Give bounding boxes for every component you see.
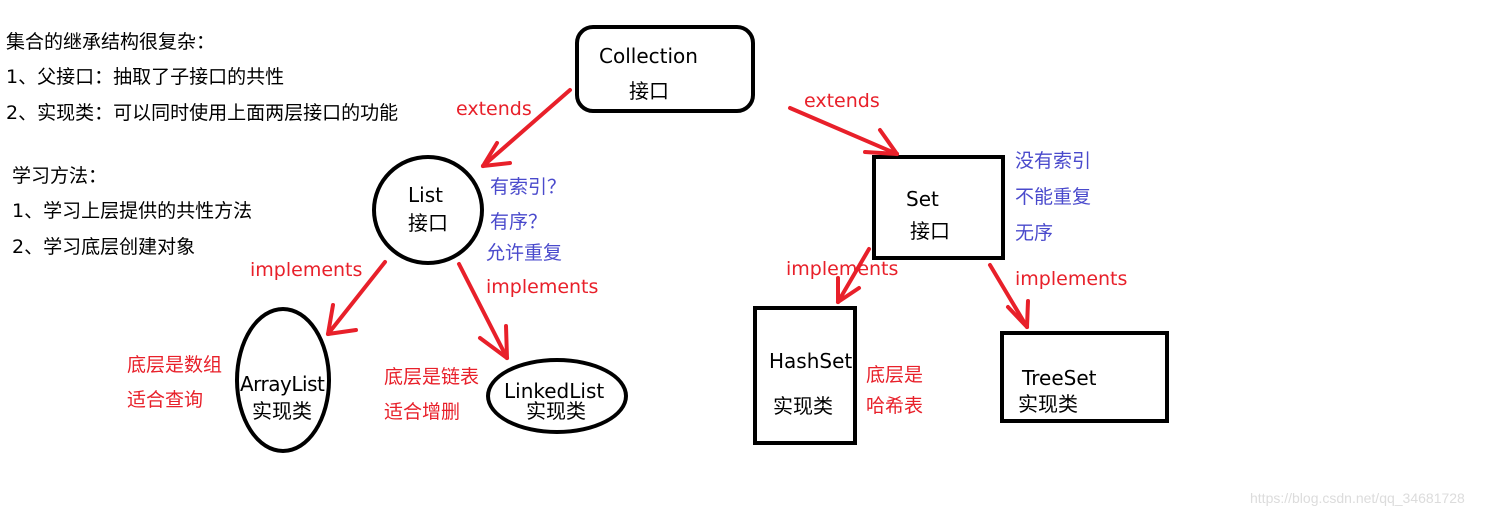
list-trait-2: 有序？ <box>490 211 548 233</box>
arrows-layer <box>326 88 1030 360</box>
edge-label-list-linkedlist: implements <box>486 276 599 298</box>
edge-label-set-treeset: implements <box>1015 268 1128 290</box>
list-trait-3: 允许重复 <box>486 242 563 264</box>
set-trait-2: 不能重复 <box>1015 186 1092 208</box>
linkedlist-note-2: 适合增删 <box>384 401 461 423</box>
list-trait-1: 有索引？ <box>490 176 567 198</box>
set-trait-3: 无序 <box>1015 222 1054 244</box>
arrow-collection-set <box>788 106 899 156</box>
hashset-note-1: 底层是 <box>866 364 924 386</box>
arraylist-note-1: 底层是数组 <box>127 354 223 376</box>
linkedlist-note-1: 底层是链表 <box>384 366 480 388</box>
edge-label-collection-set: extends <box>804 90 880 112</box>
watermark: https://blog.csdn.net/qq_34681728 <box>1250 490 1465 506</box>
edge-label-set-hashset: implements <box>786 258 899 280</box>
arraylist-note-2: 适合查询 <box>127 389 204 411</box>
hashset-note-2: 哈希表 <box>866 395 924 417</box>
set-trait-1: 没有索引 <box>1015 150 1092 172</box>
edge-label-collection-list: extends <box>456 98 532 120</box>
edge-label-list-arraylist: implements <box>250 259 363 281</box>
